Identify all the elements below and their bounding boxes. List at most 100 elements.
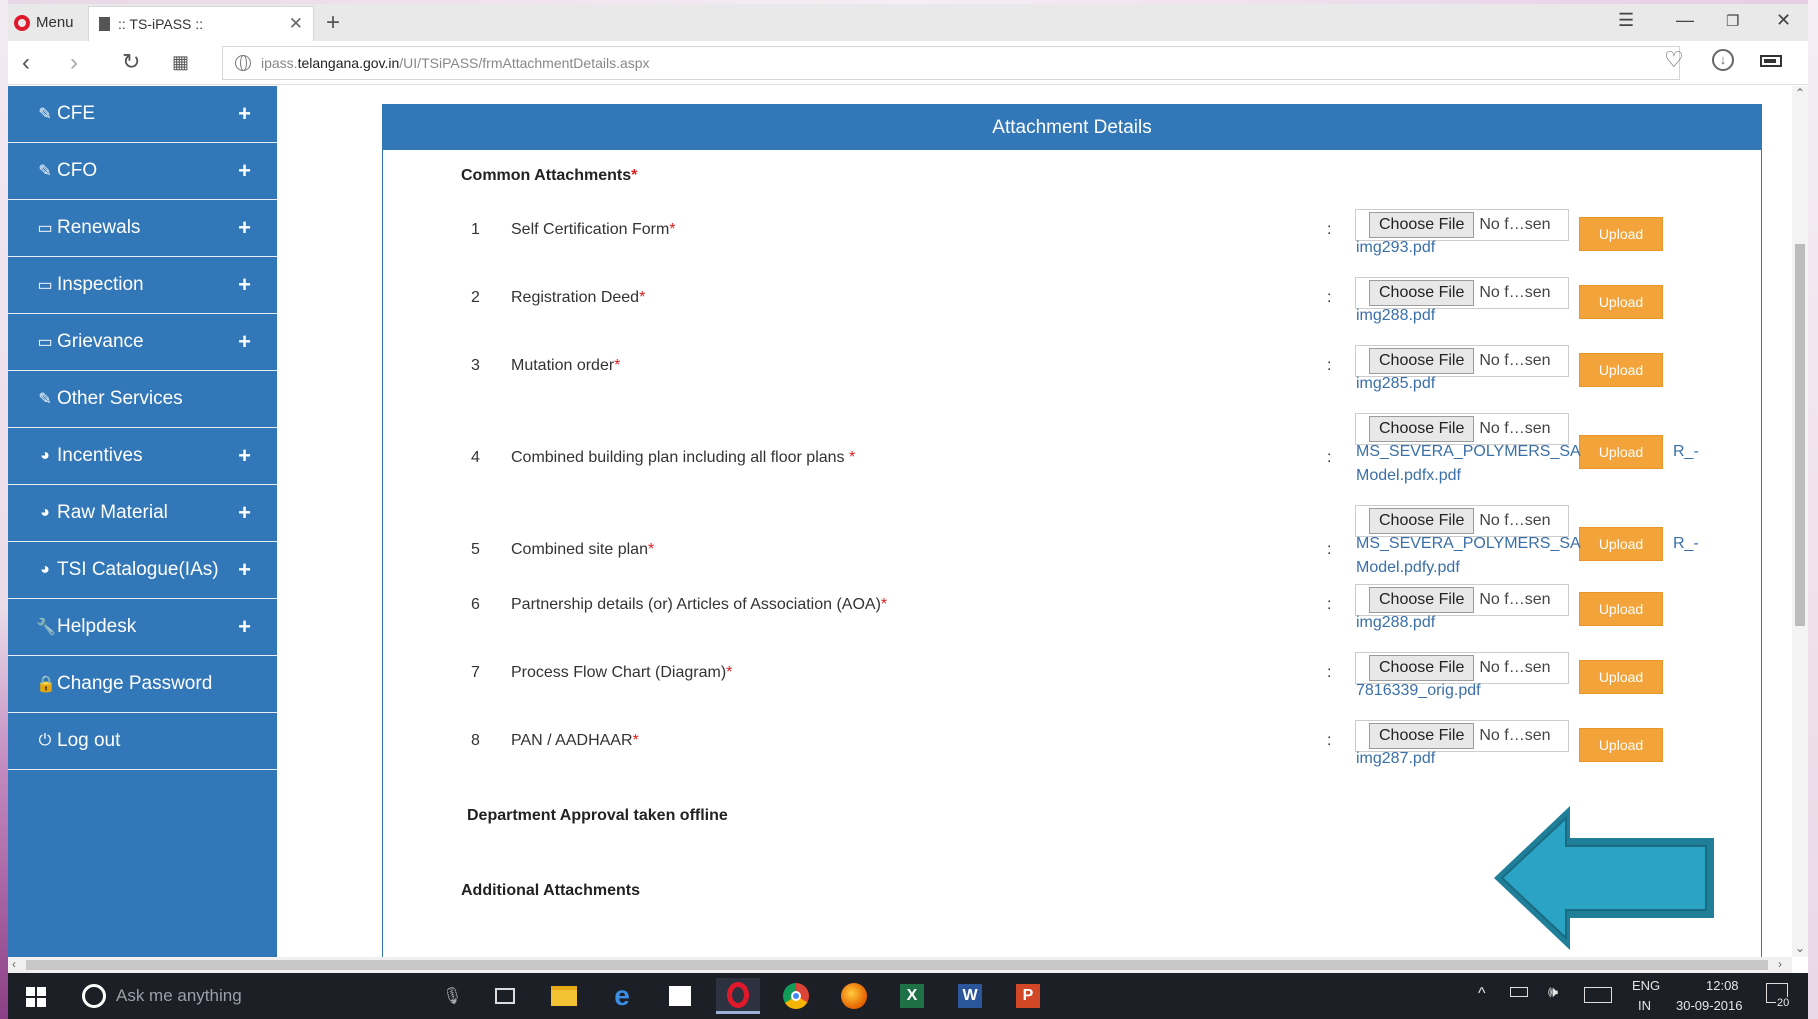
expand-plus-icon[interactable]: + — [238, 329, 251, 355]
volume-icon[interactable]: 🕪 — [1548, 984, 1558, 1002]
keyboard-icon[interactable] — [1584, 987, 1612, 1003]
upload-button[interactable]: Upload — [1579, 660, 1663, 694]
uploaded-file-link[interactable]: MS_SEVERA_POLYMERS_SA — [1356, 443, 1581, 461]
upload-button[interactable]: Upload — [1579, 435, 1663, 469]
upload-button[interactable]: Upload — [1579, 285, 1663, 319]
battery-saver-icon[interactable] — [1760, 55, 1782, 67]
sidebar-item-other-services[interactable]: ✎ Other Services — [8, 371, 277, 428]
expand-plus-icon[interactable]: + — [238, 500, 251, 526]
choose-file-button[interactable]: Choose File — [1369, 348, 1475, 374]
store-icon[interactable] — [658, 978, 702, 1014]
expand-plus-icon[interactable]: + — [238, 158, 251, 184]
download-icon[interactable]: ↓ — [1712, 49, 1734, 71]
choose-file-button[interactable]: Choose File — [1369, 587, 1475, 613]
file-input[interactable]: Choose File No f…sen — [1355, 413, 1569, 445]
upload-button[interactable]: Upload — [1579, 217, 1663, 251]
back-icon[interactable]: ‹ — [22, 49, 30, 77]
restore-button[interactable]: ❐ — [1726, 12, 1739, 30]
windows-start-button[interactable] — [26, 987, 46, 1007]
uploaded-file-link[interactable]: 7816339_orig.pdf — [1356, 682, 1481, 700]
opera-taskbar-icon[interactable] — [716, 978, 760, 1014]
chrome-icon[interactable] — [774, 978, 818, 1014]
vertical-scrollbar[interactable]: ⌃ ⌄ — [1792, 86, 1808, 957]
sidebar-item-incentives[interactable]: ◕ Incentives + — [8, 428, 277, 485]
file-input[interactable]: Choose File No f…sen — [1355, 584, 1569, 616]
uploaded-file-link-tail[interactable]: R_- — [1673, 443, 1699, 461]
expand-plus-icon[interactable]: + — [238, 443, 251, 469]
word-icon[interactable]: W — [948, 978, 992, 1014]
sidebar-item-change-password[interactable]: 🔒 Change Password — [8, 656, 277, 713]
browser-tab[interactable]: :: TS-iPASS :: ✕ — [88, 6, 314, 41]
file-input[interactable]: Choose File No f…sen — [1355, 652, 1569, 684]
uploaded-file-link[interactable]: img288.pdf — [1356, 307, 1435, 325]
sidebar-item-helpdesk[interactable]: 🔧 Helpdesk + — [8, 599, 277, 656]
firefox-icon[interactable] — [832, 978, 876, 1014]
bookmark-heart-icon[interactable]: ♡ — [1664, 47, 1684, 73]
file-input[interactable]: Choose File No f…sen — [1355, 277, 1569, 309]
new-tab-button[interactable]: + — [326, 9, 340, 37]
sidebar-item-log-out[interactable]: ⏻ Log out — [8, 713, 277, 770]
scroll-down-icon[interactable]: ⌄ — [1795, 941, 1805, 955]
horizontal-scrollbar[interactable]: ‹ › — [8, 957, 1792, 973]
language-bottom[interactable]: IN — [1638, 998, 1651, 1013]
expand-plus-icon[interactable]: + — [238, 557, 251, 583]
language-top[interactable]: ENG — [1632, 978, 1660, 993]
choose-file-button[interactable]: Choose File — [1369, 416, 1475, 442]
horizontal-scroll-thumb[interactable] — [26, 960, 1768, 970]
file-input[interactable]: Choose File No f…sen — [1355, 505, 1569, 537]
uploaded-file-link[interactable]: img293.pdf — [1356, 239, 1435, 257]
expand-plus-icon[interactable]: + — [238, 215, 251, 241]
uploaded-file-link[interactable]: img287.pdf — [1356, 750, 1435, 768]
close-window-button[interactable]: ✕ — [1776, 10, 1791, 31]
opera-menu-button[interactable]: Menu — [14, 10, 74, 35]
tab-menu-icon[interactable]: ☰ — [1618, 10, 1634, 31]
uploaded-file-link-line2[interactable]: Model.pdfx.pdf — [1356, 467, 1461, 485]
minimize-button[interactable]: — — [1676, 10, 1694, 31]
cortana-search-box[interactable]: Ask me anything — [66, 973, 466, 1019]
sidebar-item-tsi-catalogue-ias[interactable]: ◕ TSI Catalogue(IAs) + — [8, 542, 277, 599]
vertical-scroll-thumb[interactable] — [1795, 244, 1805, 626]
choose-file-button[interactable]: Choose File — [1369, 508, 1475, 534]
expand-plus-icon[interactable]: + — [238, 101, 251, 127]
edge-browser-icon[interactable]: e — [600, 978, 644, 1014]
sidebar-item-grievance[interactable]: ▭ Grievance + — [8, 314, 277, 371]
clock-time[interactable]: 12:08 — [1706, 978, 1739, 993]
sidebar-item-raw-material[interactable]: ◕ Raw Material + — [8, 485, 277, 542]
microphone-icon[interactable]: 🎙 — [442, 986, 462, 1006]
sidebar-item-cfo[interactable]: ✎ CFO + — [8, 143, 277, 200]
sidebar-item-cfe[interactable]: ✎ CFE + — [8, 86, 277, 143]
choose-file-button[interactable]: Choose File — [1369, 280, 1475, 306]
speed-dial-icon[interactable]: ▦ — [172, 52, 189, 73]
file-input[interactable]: Choose File No f…sen — [1355, 345, 1569, 377]
choose-file-button[interactable]: Choose File — [1369, 655, 1475, 681]
upload-button[interactable]: Upload — [1579, 353, 1663, 387]
expand-plus-icon[interactable]: + — [238, 272, 251, 298]
powerpoint-icon[interactable]: P — [1006, 978, 1050, 1014]
scroll-up-icon[interactable]: ⌃ — [1795, 86, 1805, 100]
excel-icon[interactable]: X — [890, 978, 934, 1014]
show-hidden-icons-icon[interactable]: ^ — [1478, 985, 1486, 1003]
task-view-icon[interactable] — [483, 978, 527, 1014]
sidebar-item-inspection[interactable]: ▭ Inspection + — [8, 257, 277, 314]
file-input[interactable]: Choose File No f…sen — [1355, 209, 1569, 241]
uploaded-file-link[interactable]: img285.pdf — [1356, 375, 1435, 393]
close-tab-icon[interactable]: ✕ — [289, 14, 303, 34]
uploaded-file-link[interactable]: img288.pdf — [1356, 614, 1435, 632]
file-input[interactable]: Choose File No f…sen — [1355, 720, 1569, 752]
forward-icon[interactable]: › — [70, 49, 78, 77]
file-explorer-icon[interactable] — [542, 978, 586, 1014]
uploaded-file-link[interactable]: MS_SEVERA_POLYMERS_SA — [1356, 535, 1581, 553]
expand-plus-icon[interactable]: + — [238, 614, 251, 640]
uploaded-file-link-tail[interactable]: R_- — [1673, 535, 1699, 553]
upload-button[interactable]: Upload — [1579, 728, 1663, 762]
sidebar-item-renewals[interactable]: ▭ Renewals + — [8, 200, 277, 257]
choose-file-button[interactable]: Choose File — [1369, 212, 1475, 238]
scroll-left-icon[interactable]: ‹ — [12, 957, 16, 971]
battery-icon[interactable] — [1510, 987, 1528, 997]
scroll-right-icon[interactable]: › — [1778, 957, 1782, 971]
upload-button[interactable]: Upload — [1579, 527, 1663, 561]
url-field[interactable]: ipass.telangana.gov.in/UI/TSiPASS/frmAtt… — [222, 46, 1680, 80]
choose-file-button[interactable]: Choose File — [1369, 723, 1475, 749]
upload-button[interactable]: Upload — [1579, 592, 1663, 626]
uploaded-file-link-line2[interactable]: Model.pdfy.pdf — [1356, 559, 1460, 577]
